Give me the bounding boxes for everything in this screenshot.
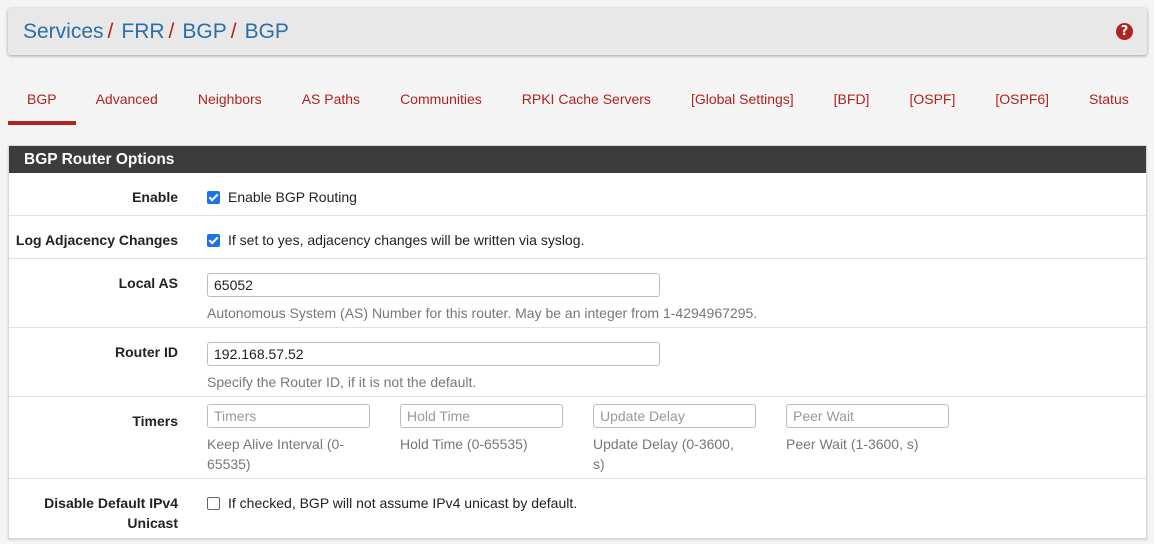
disable-ipv4-checkbox[interactable] <box>207 496 220 510</box>
breadcrumb-separator: / <box>107 19 114 43</box>
disable-ipv4-text: If checked, BGP will not assume IPv4 uni… <box>228 495 578 511</box>
hold-time-input[interactable] <box>400 404 563 428</box>
enable-row: Enable Enable BGP Routing <box>9 173 1146 216</box>
tab-bar: BGP Advanced Neighbors AS Paths Communit… <box>8 80 1149 125</box>
timers-group: Keep Alive Interval (0-65535) Hold Time … <box>207 404 967 474</box>
log-adjacency-option: If set to yes, adjacency changes will be… <box>207 230 584 250</box>
router-id-help: Specify the Router ID, if it is not the … <box>207 374 477 390</box>
log-adjacency-row: Log Adjacency Changes If set to yes, adj… <box>9 216 1146 259</box>
breadcrumb-services[interactable]: Services <box>23 20 104 44</box>
local-as-group: Autonomous System (AS) Number for this r… <box>207 273 757 323</box>
local-as-input[interactable] <box>207 273 660 297</box>
keepalive-help: Keep Alive Interval (0-65535) <box>207 436 344 472</box>
tab-bfd[interactable]: [BFD] <box>814 80 890 125</box>
router-id-input[interactable] <box>207 342 660 366</box>
tab-ospf6[interactable]: [OSPF6] <box>975 80 1069 125</box>
timers-row: Timers Keep Alive Interval (0-65535) Hol… <box>9 397 1146 479</box>
disable-ipv4-option: If checked, BGP will not assume IPv4 uni… <box>207 493 577 513</box>
breadcrumb-separator: / <box>230 19 237 43</box>
tab-bgp[interactable]: BGP <box>8 80 76 125</box>
tab-communities[interactable]: Communities <box>380 80 502 125</box>
bgp-router-options-panel: BGP Router Options Enable Enable BGP Rou… <box>8 145 1147 539</box>
disable-ipv4-row: Disable Default IPv4 Unicast If checked,… <box>9 479 1146 537</box>
log-adjacency-label: Log Adjacency Changes <box>15 232 178 248</box>
breadcrumb: Services / FRR / BGP / BGP ? <box>8 8 1147 55</box>
breadcrumb-frr[interactable]: FRR <box>121 20 164 44</box>
router-id-group: Specify the Router ID, if it is not the … <box>207 342 660 392</box>
hold-time-help: Hold Time (0-65535) <box>400 436 528 452</box>
breadcrumb-bgp[interactable]: BGP <box>182 20 226 44</box>
breadcrumb-separator: / <box>168 19 175 43</box>
peer-wait-input[interactable] <box>786 404 949 428</box>
tab-status[interactable]: Status <box>1069 80 1149 125</box>
local-as-label: Local AS <box>118 275 178 291</box>
router-id-label: Router ID <box>115 344 178 360</box>
enable-text: Enable BGP Routing <box>228 189 357 205</box>
tab-ospf[interactable]: [OSPF] <box>889 80 975 125</box>
question-circle-icon[interactable]: ? <box>1116 23 1133 40</box>
log-adjacency-checkbox[interactable] <box>207 233 220 247</box>
router-id-row: Router ID Specify the Router ID, if it i… <box>9 328 1146 397</box>
update-delay-input[interactable] <box>593 404 756 428</box>
breadcrumb-bgp-current[interactable]: BGP <box>245 20 289 44</box>
keepalive-input[interactable] <box>207 404 370 428</box>
local-as-help: Autonomous System (AS) Number for this r… <box>207 305 758 321</box>
tab-as-paths[interactable]: AS Paths <box>282 80 380 125</box>
disable-ipv4-label: Disable Default IPv4 Unicast <box>44 495 178 531</box>
peer-wait-group: Peer Wait (1-3600, s) <box>786 404 949 454</box>
log-adjacency-text: If set to yes, adjacency changes will be… <box>228 232 585 248</box>
enable-option: Enable BGP Routing <box>207 187 357 207</box>
peer-wait-help: Peer Wait (1-3600, s) <box>786 436 919 452</box>
panel-title: BGP Router Options <box>9 146 1146 173</box>
tab-rpki-cache-servers[interactable]: RPKI Cache Servers <box>502 80 671 125</box>
local-as-row: Local AS Autonomous System (AS) Number f… <box>9 259 1146 328</box>
keepalive-group: Keep Alive Interval (0-65535) <box>207 404 370 474</box>
update-delay-help: Update Delay (0-3600, s) <box>593 436 734 472</box>
tab-advanced[interactable]: Advanced <box>76 80 178 125</box>
enable-label: Enable <box>132 189 178 205</box>
hold-time-group: Hold Time (0-65535) <box>400 404 563 454</box>
update-delay-group: Update Delay (0-3600, s) <box>593 404 756 474</box>
timers-label: Timers <box>132 413 178 429</box>
tab-neighbors[interactable]: Neighbors <box>178 80 282 125</box>
tab-global-settings[interactable]: [Global Settings] <box>671 80 814 125</box>
enable-checkbox[interactable] <box>207 190 220 204</box>
